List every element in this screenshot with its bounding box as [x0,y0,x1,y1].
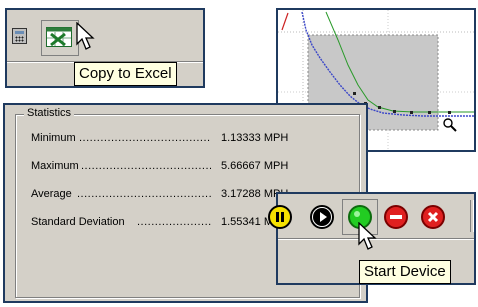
zoom-magnifier-icon [443,118,457,132]
statistics-title: Statistics [24,107,75,119]
copy-to-excel-tooltip: Copy to Excel [74,62,177,86]
dot-leader: ........................................… [79,132,211,144]
stat-value: 1.13333 MPH [221,132,289,144]
stat-label: Standard Deviation [31,216,125,228]
dot-leader: ............................. [137,216,211,228]
excel-icon [46,27,72,47]
stat-label: Minimum [31,132,76,144]
toolbar [7,10,203,60]
dot-leader: ........................................… [77,188,211,200]
pause-icon[interactable] [268,205,292,229]
cancel-icon[interactable] [421,205,445,229]
dot-leader: ........................................… [81,160,211,172]
mouse-cursor-icon [358,222,377,250]
toolbar-divider [470,200,474,232]
stat-value: 5.66667 MPH [221,160,289,172]
red-series-line [281,12,289,31]
copy-to-excel-button[interactable] [41,20,79,56]
mouse-cursor-icon [76,22,95,50]
stat-row-maximum: Maximum ................................… [31,160,361,174]
calculator-icon[interactable] [12,28,27,44]
stop-icon[interactable] [384,205,408,229]
start-device-tooltip: Start Device [359,260,451,284]
stat-label: Maximum [31,160,79,172]
stat-label: Average [31,188,72,200]
play-icon[interactable] [310,205,334,229]
stat-row-minimum: Minimum ................................… [31,132,361,146]
